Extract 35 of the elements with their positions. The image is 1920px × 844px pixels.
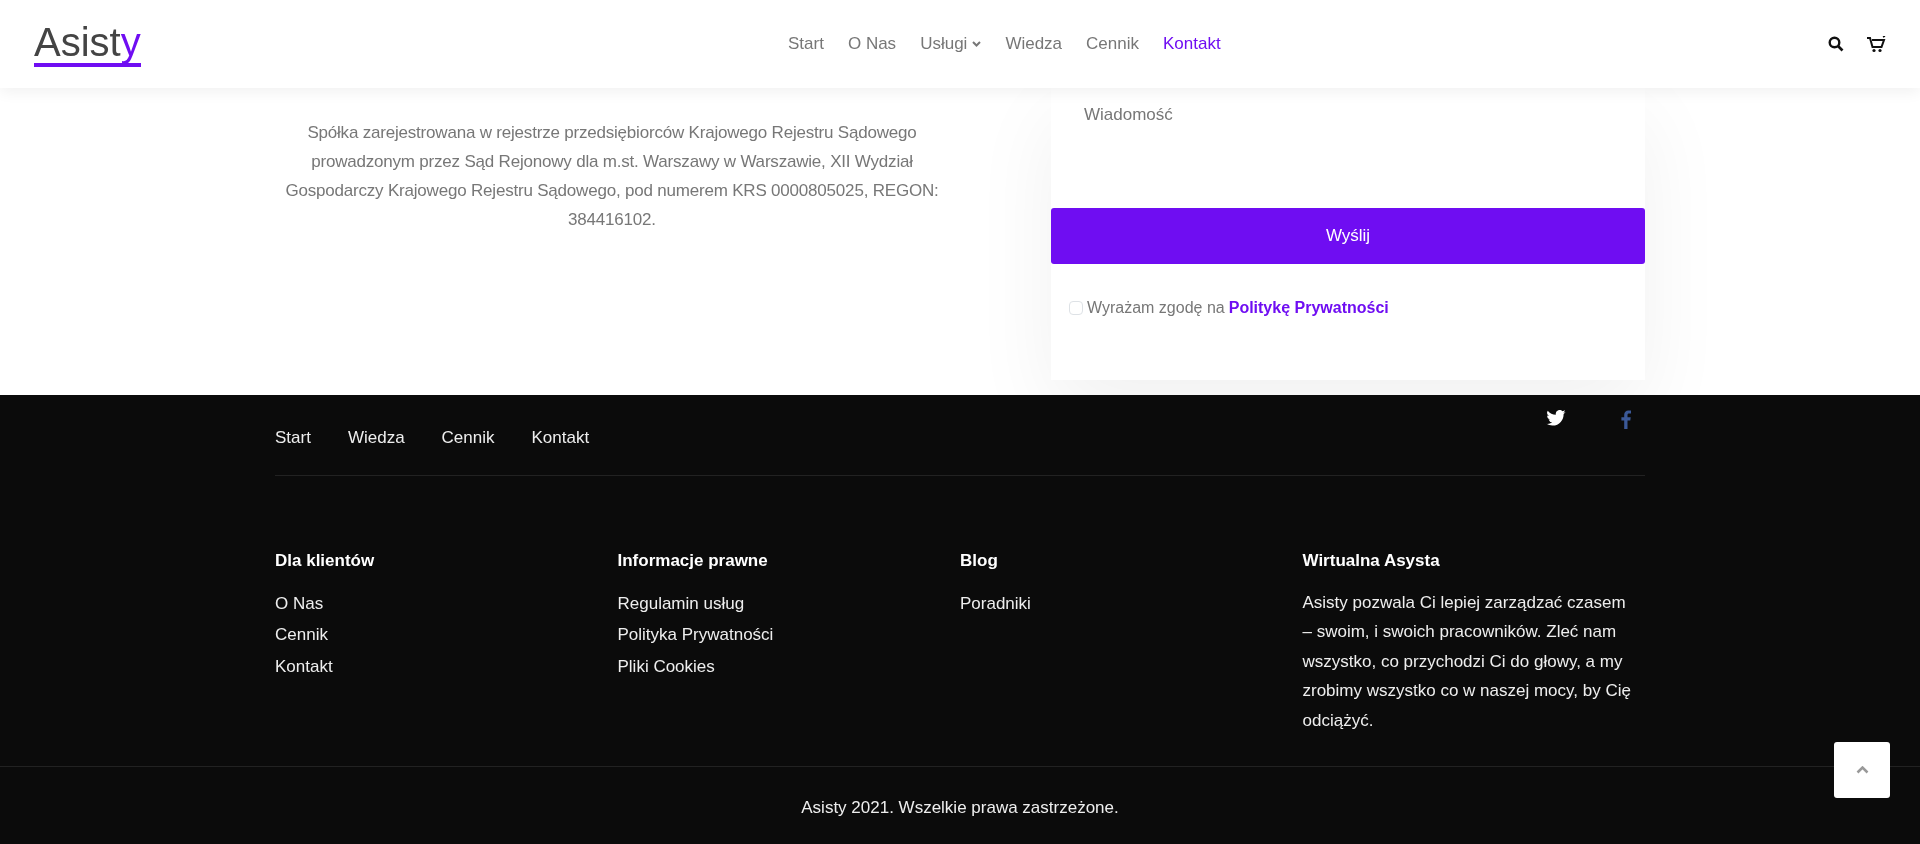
footer-link[interactable]: Poradniki — [960, 587, 1303, 619]
nav-link[interactable]: Cennik — [1086, 31, 1139, 57]
footer-link[interactable]: Cennik — [275, 619, 618, 651]
about-text: Asisty pozwala Ci lepiej zarządzać czasem – swoim, i swoich pracowników. Zleć nam wszystko, co przychodzi Ci do głowy, a my zrobimy wszystko co w naszej mocy, by Cię odciążyć. — [1302, 591, 1632, 732]
privacy-policy-link[interactable]: Politykę Prywatności — [1228, 295, 1389, 320]
column-heading: Informacje prawne — [617, 550, 769, 572]
cart-icon[interactable] — [1866, 35, 1886, 53]
consent-checkbox[interactable] — [1069, 300, 1083, 315]
message-field[interactable]: Wiadomość — [1051, 88, 1645, 189]
column-heading: Blog — [960, 550, 999, 572]
nav-link[interactable]: Wiedza — [1005, 31, 1063, 57]
column-heading: Wirtualna Asysta — [1302, 550, 1441, 572]
nav-link[interactable]: O Nas — [847, 31, 897, 57]
company-info-text: Spółka zarejestrowana w rejestrze przedsiębiorców Krajowego Rejestru Sądowego prowadzonym przez Sąd Rejonowy dla m.st. Warszawy w Warszawie, XII Wydział Gospodarczy Krajowego Rejestru Sądowego, pod numerem KRS 0000805025, REGON: 384416102. — [284, 122, 940, 231]
footer-nav-link[interactable]: Kontakt — [531, 425, 590, 451]
logo-link[interactable]: Asisty — [34, 21, 141, 67]
twitter-bird-icon[interactable] — [1546, 410, 1566, 426]
footer-link[interactable]: O Nas — [275, 587, 618, 619]
facebook-f-icon[interactable] — [1621, 410, 1631, 429]
consent-text: Wyrażam zgodę na — [1087, 297, 1225, 318]
nav-link[interactable]: Start — [788, 31, 824, 57]
column-heading: Dla klientów — [275, 550, 376, 572]
copyright-text: Asisty 2021. Wszelkie prawa zastrzeżone. — [801, 798, 1119, 817]
footer-link[interactable]: Polityka Prywatności — [617, 619, 960, 651]
search-icon[interactable] — [1828, 36, 1844, 52]
footer-link[interactable]: Regulamin usług — [617, 587, 960, 619]
footer-link[interactable]: Kontakt — [275, 650, 618, 682]
footer-nav-link[interactable]: Cennik — [441, 425, 495, 451]
chevron-up-icon — [1855, 766, 1869, 774]
footer-nav-link[interactable]: Wiedza — [347, 425, 405, 451]
nav-link[interactable]: Usługi — [920, 31, 982, 57]
footer-nav-link[interactable]: Start — [275, 425, 311, 451]
footer-link[interactable]: Pliki Cookies — [617, 650, 960, 682]
nav-link[interactable]: Kontakt — [1163, 31, 1221, 57]
send-button[interactable]: Wyślij — [1051, 207, 1645, 264]
